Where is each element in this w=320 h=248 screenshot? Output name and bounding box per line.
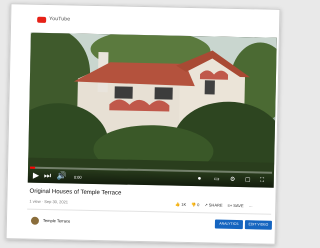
- captions-icon[interactable]: ▭: [214, 175, 220, 183]
- autoplay-toggle-icon[interactable]: ⏺: [198, 175, 201, 183]
- play-icon[interactable]: ▶: [33, 171, 39, 180]
- time-display: 0:00: [73, 174, 82, 180]
- thumbs-up-icon: 👍: [175, 201, 181, 207]
- logo-text: YouTube: [49, 16, 71, 23]
- save-button[interactable]: ≡+ SAVE: [228, 203, 244, 208]
- dislike-button[interactable]: 👎 0: [191, 202, 199, 207]
- channel-avatar[interactable]: [30, 216, 40, 225]
- youtube-logo-icon[interactable]: [37, 16, 47, 23]
- like-count: 1K: [181, 201, 187, 207]
- browser-window: YouTube ▶ ⏭ 🔊 0:00 ⏺ ▭ ⚙ ▢ ⛶ Original Ho…: [5, 3, 281, 245]
- settings-icon[interactable]: ⚙: [230, 176, 236, 184]
- fullscreen-icon[interactable]: ⛶: [260, 176, 264, 184]
- share-icon: ↗: [204, 202, 208, 208]
- video-actions: 👍 1K 👎 0 ↗ SHARE ≡+ SAVE ···: [175, 202, 252, 209]
- volume-icon[interactable]: 🔊: [57, 171, 67, 180]
- video-frame: [27, 32, 277, 188]
- save-label: SAVE: [233, 202, 244, 209]
- edit-video-button[interactable]: EDIT VIDEO: [244, 220, 273, 230]
- top-bar: YouTube: [11, 4, 279, 36]
- divider: [27, 208, 272, 215]
- video-player[interactable]: ▶ ⏭ 🔊 0:00 ⏺ ▭ ⚙ ▢ ⛶: [27, 32, 277, 188]
- save-icon: ≡+: [227, 202, 233, 208]
- video-title: Original Houses of Temple Terrace: [29, 188, 122, 197]
- dislike-count: 0: [197, 202, 200, 208]
- analytics-button[interactable]: ANALYTICS: [214, 219, 244, 230]
- more-button[interactable]: ···: [249, 203, 253, 208]
- share-button[interactable]: ↗ SHARE: [204, 202, 222, 207]
- share-label: SHARE: [208, 202, 223, 208]
- thumbs-down-icon: 👎: [191, 202, 197, 208]
- like-button[interactable]: 👍 1K: [175, 202, 186, 207]
- video-meta: 1 view · Sep 30, 2021: [29, 198, 69, 205]
- next-icon[interactable]: ⏭: [44, 171, 51, 180]
- progress-fill: [30, 166, 35, 169]
- miniplayer-icon[interactable]: ▢: [245, 176, 251, 184]
- channel-name[interactable]: Temple Terrace: [43, 218, 70, 224]
